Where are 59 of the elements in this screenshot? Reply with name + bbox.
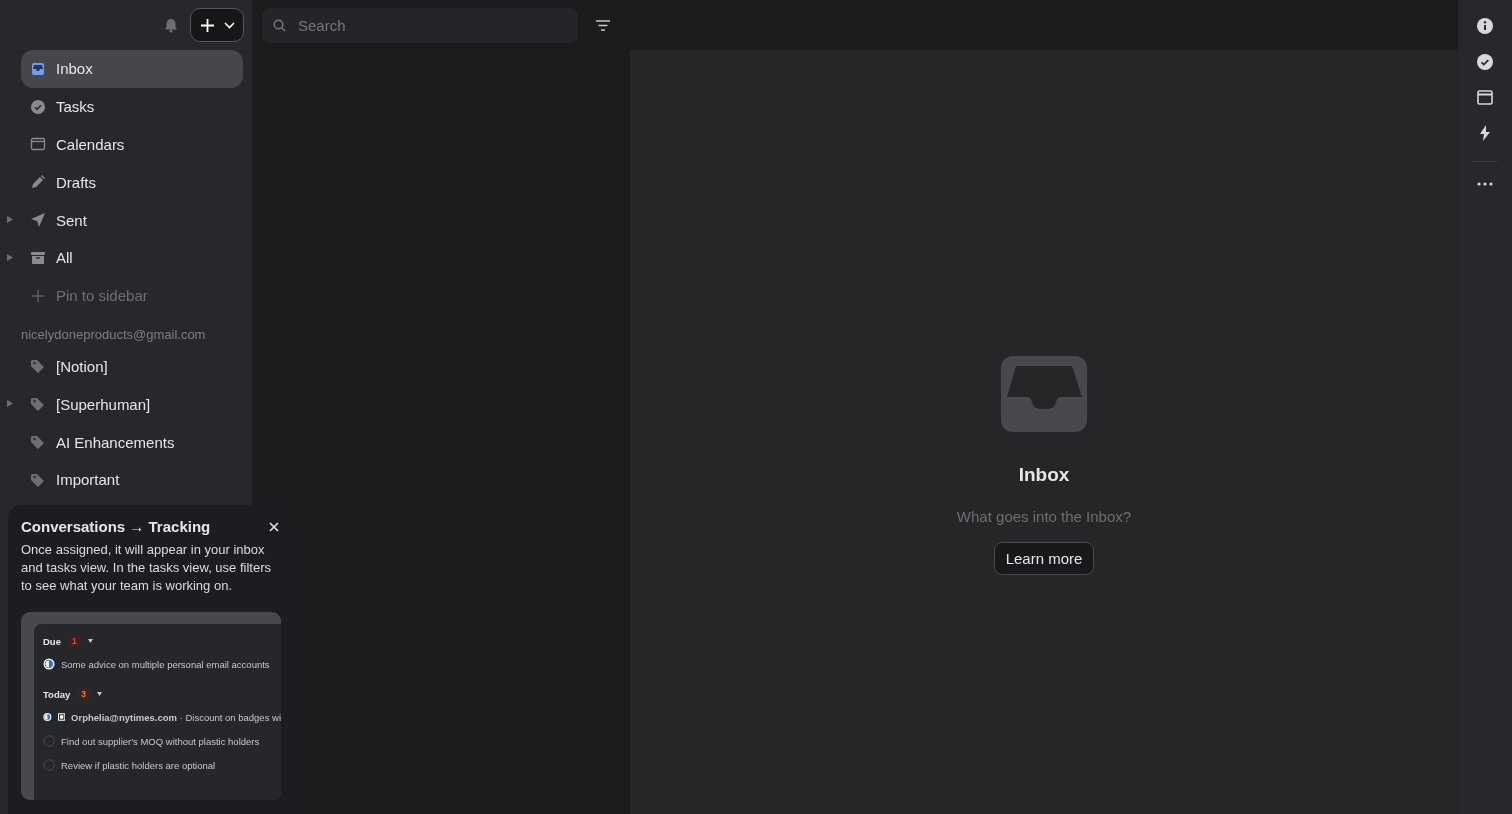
label-item[interactable]: [Notion] [21, 347, 243, 386]
sidebar-item[interactable]: Sent [21, 201, 243, 239]
search-icon [273, 18, 286, 32]
search-field[interactable]: Search [262, 7, 578, 43]
chevron-down-icon [224, 21, 235, 29]
expand-caret-icon[interactable] [7, 400, 13, 408]
caret-down-icon [87, 639, 93, 643]
count-badge: 1 [67, 635, 81, 647]
inbox-tray-icon [30, 60, 46, 77]
window-icon[interactable] [1477, 90, 1493, 105]
bell-icon[interactable] [164, 17, 178, 33]
close-icon[interactable] [269, 521, 279, 532]
empty-circle-icon [43, 735, 55, 747]
paper-plane-icon [30, 212, 46, 229]
expand-caret-icon[interactable] [7, 254, 13, 261]
label-item[interactable]: [Superhuman] [21, 385, 243, 424]
pencil-icon [30, 174, 46, 191]
calendar-icon [30, 136, 46, 153]
sidebar-item[interactable]: Calendars [21, 125, 243, 164]
popup-title: Conversations → Tracking [21, 518, 211, 535]
task-text: Review if plastic holders are optional [61, 759, 216, 771]
check-circle-icon [30, 98, 46, 115]
archive-box-icon [30, 249, 46, 266]
group-title: Today [43, 688, 71, 700]
tag-icon [30, 396, 46, 413]
status-icon [43, 658, 55, 670]
info-icon[interactable] [1477, 18, 1493, 34]
more-icon[interactable] [1477, 182, 1493, 186]
sidebar-item[interactable]: Inbox [21, 50, 243, 88]
popup-text: Once assigned, it will appear in your inbox and tasks view. In the tasks view, use filters to see what your team is working on. [21, 541, 272, 595]
empty-state-title: Inbox [1018, 464, 1070, 486]
learn-more-button[interactable]: Learn more [993, 542, 1095, 575]
tag-icon [30, 358, 46, 375]
filter-icon[interactable] [596, 19, 610, 31]
task-text: Some advice on multiple personal email accounts [61, 658, 270, 670]
tag-icon [30, 471, 46, 488]
task-text: Find out supplier's MOQ without plastic holders [61, 735, 260, 747]
sidebar-item[interactable]: Drafts [21, 163, 243, 202]
sidebar-item[interactable]: Tasks [21, 87, 243, 126]
count-badge: 3 [77, 688, 90, 700]
tag-icon [30, 434, 46, 451]
empty-state-subtitle: What goes into the Inbox? [956, 508, 1132, 525]
caret-down-icon [97, 692, 102, 696]
plus-icon [201, 18, 214, 32]
inbox-tray-icon [999, 356, 1089, 432]
group-title: Due [43, 635, 61, 647]
compose-button[interactable] [190, 8, 244, 42]
sender-avatar-icon [57, 712, 66, 722]
lightning-icon[interactable] [1479, 125, 1491, 141]
task-text: Orphelia@nytimes.com · Discount on badges wi [71, 711, 281, 723]
sidebar-item[interactable]: All [21, 239, 243, 277]
status-icon [43, 711, 52, 723]
account-email: nicelydoneproducts@gmail.com [21, 326, 207, 342]
empty-circle-icon [43, 759, 55, 771]
label-item[interactable]: AI Enhancements [21, 423, 243, 461]
check-circle-icon[interactable] [1477, 54, 1493, 70]
expand-caret-icon[interactable] [7, 216, 13, 224]
label-item[interactable]: Important [21, 460, 243, 499]
plus-icon [30, 287, 46, 304]
